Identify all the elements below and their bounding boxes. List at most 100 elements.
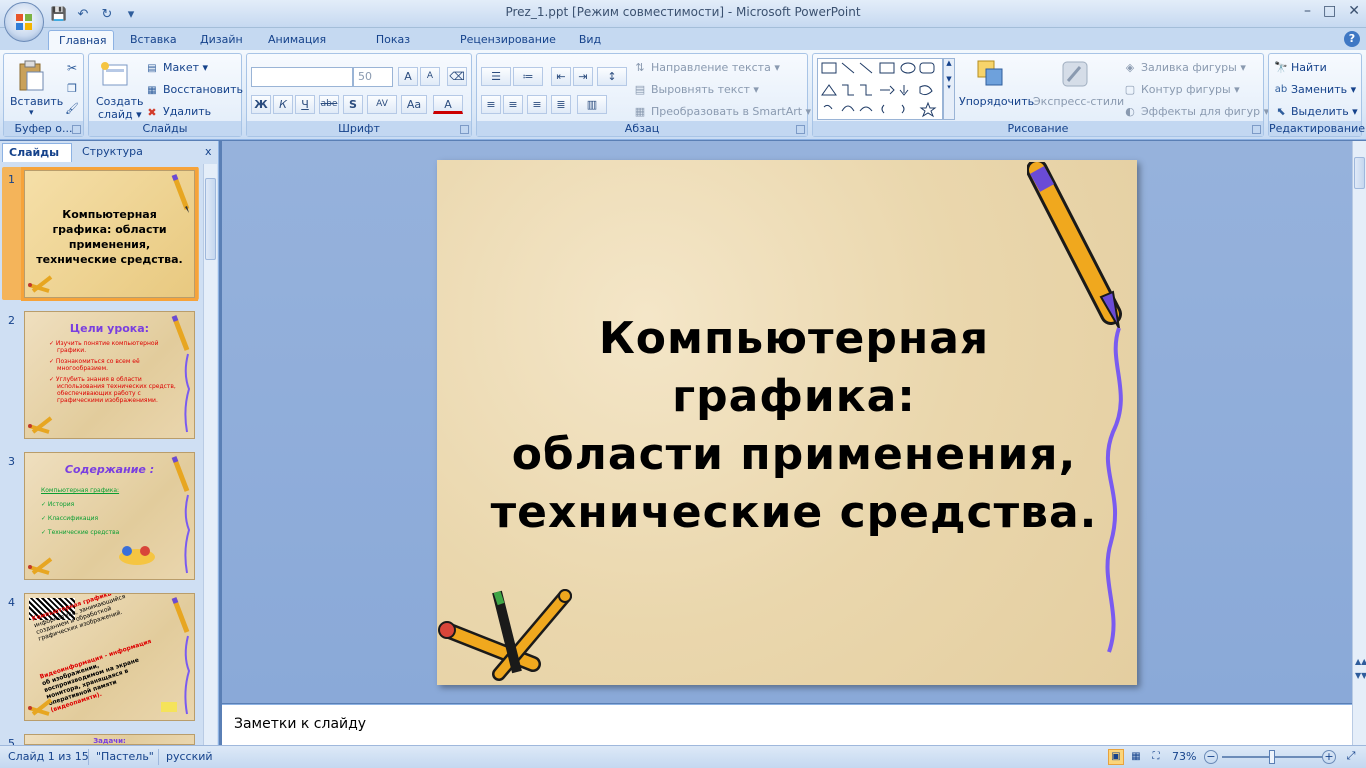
strikethrough-button[interactable]: abe [319,95,339,114]
font-launcher[interactable] [460,125,469,134]
window-controls: – □ ✕ [1304,3,1360,19]
normal-view-icon[interactable]: ▣ [1108,749,1124,765]
shape-outline-button[interactable]: Контур фигуры ▾ [1141,83,1240,96]
slide-sorter-icon[interactable]: ▦ [1128,749,1144,765]
office-button[interactable] [4,2,44,42]
font-color-button[interactable]: A [433,95,463,114]
align-left-icon[interactable]: ≡ [481,95,501,114]
change-case-button[interactable]: Aa [401,95,427,114]
line-spacing-icon[interactable]: ↕ [597,67,627,86]
select-button[interactable]: Выделить ▾ [1291,105,1358,118]
notes-pane[interactable]: Заметки к слайду [222,704,1352,745]
prev-slide-icon[interactable]: ▲▲ [1355,657,1366,666]
layout-button[interactable]: Макет ▾ [163,61,208,74]
minimize-button[interactable]: – [1304,3,1311,19]
numbering-icon[interactable]: ≔ [513,67,543,86]
align-right-icon[interactable]: ≡ [527,95,547,114]
help-icon[interactable]: ? [1344,31,1360,47]
reset-icon: ▦ [147,84,157,96]
zoom-slider-thumb[interactable] [1269,750,1275,764]
replace-button[interactable]: Заменить ▾ [1291,83,1356,96]
shapes-scroll[interactable]: ▲ ▼ ▾ [943,58,955,120]
drawing-launcher[interactable] [1252,125,1261,134]
text-direction-button[interactable]: Направление текста ▾ [651,61,780,74]
reset-button[interactable]: Восстановить [163,83,243,96]
cut-icon[interactable]: ✂ [64,60,80,76]
zoom-slider[interactable] [1222,750,1322,764]
tab-design[interactable]: Дизайн [190,30,250,51]
slide-title[interactable]: Компьютерная графика: области применения… [489,310,1099,542]
char-spacing-button[interactable]: AV [367,95,397,114]
zoom-level[interactable]: 73% [1172,750,1196,763]
pane-scroll-thumb[interactable] [205,178,216,260]
shape-effects-button[interactable]: Эффекты для фигур ▾ [1141,105,1269,118]
increase-indent-icon[interactable]: ⇥ [573,67,593,86]
arrange-icon[interactable] [975,58,1007,90]
tab-slides-pane[interactable]: Слайды [2,143,72,162]
paste-icon[interactable] [16,60,46,92]
paragraph-launcher[interactable] [796,125,805,134]
next-slide-icon[interactable]: ▼▼ [1355,671,1366,680]
tab-slideshow[interactable]: Показ слайдов [342,30,444,66]
smartart-button[interactable]: Преобразовать в SmartArt ▾ [651,105,811,118]
slide[interactable]: Компьютерная графика: области применения… [437,160,1137,685]
maximize-button[interactable]: □ [1323,3,1336,19]
pane-scrollbar[interactable] [203,164,217,745]
new-slide-dropdown[interactable]: слайд ▾ [98,108,142,121]
clear-format-icon[interactable]: ⌫ [447,67,467,86]
tab-view[interactable]: Вид [568,30,612,51]
slide-thumb-1[interactable]: Компьютерная графика: области применения… [21,167,198,301]
tab-outline-pane[interactable]: Структура [76,143,146,162]
slide-thumb-4[interactable]: Компьютерная графика - раздел информатик… [24,593,195,721]
thumb-line: Компьютерная графика: [41,487,120,494]
format-painter-icon[interactable]: 🖌 [64,100,80,116]
bullets-icon[interactable]: ☰ [481,67,511,86]
tab-home[interactable]: Главная [48,30,114,51]
slide-thumb-2[interactable]: Цели урока: ✓ Изучить понятие компьютерн… [24,311,195,439]
tab-animation[interactable]: Анимация [258,30,334,51]
slideshow-view-icon[interactable]: ⛶ [1148,749,1164,765]
quick-styles-button[interactable]: Экспресс-стили [1033,95,1124,108]
slide-scroll-thumb[interactable] [1354,157,1365,189]
paste-dropdown[interactable]: ▾ [29,108,34,118]
tab-review[interactable]: Рецензирование [450,30,562,51]
thumb-line: графики. [57,347,87,354]
new-slide-button[interactable]: Создать [96,95,144,108]
shape-fill-button[interactable]: Заливка фигуры ▾ [1141,61,1246,74]
copy-icon[interactable]: ❐ [64,80,80,96]
pencil-icon [171,315,191,433]
font-size-box[interactable]: 50 [353,67,393,87]
underline-button[interactable]: Ч [295,95,315,114]
language-indicator[interactable]: русский [166,750,213,763]
close-button[interactable]: ✕ [1348,3,1360,19]
font-name-box[interactable] [251,67,353,87]
pane-close-icon[interactable]: x [205,145,212,158]
new-slide-icon[interactable] [99,59,129,89]
clipboard-launcher[interactable] [72,125,81,134]
italic-button[interactable]: К [273,95,293,114]
find-button[interactable]: Найти [1291,61,1327,74]
zoom-in-icon[interactable]: + [1322,750,1336,764]
grow-font-button[interactable]: A [398,67,418,86]
slide-scrollbar[interactable]: ▲▲ ▼▼ [1352,141,1366,745]
shadow-button[interactable]: S [343,95,363,114]
delete-button[interactable]: Удалить [163,105,211,118]
zoom-out-icon[interactable]: − [1204,750,1218,764]
columns-icon[interactable]: ▥ [577,95,607,114]
thumb-line: многообразием. [57,365,109,372]
bold-button[interactable]: Ж [251,95,271,114]
align-center-icon[interactable]: ≡ [503,95,523,114]
align-text-button[interactable]: Выровнять текст ▾ [651,83,759,96]
slide-thumb-5[interactable]: Задачи: [24,734,195,745]
arrange-button[interactable]: Упорядочить [959,95,1034,108]
tab-insert[interactable]: Вставка [120,30,182,51]
fit-to-window-icon[interactable]: ⤢ [1342,749,1360,765]
paste-button[interactable]: Вставить [10,95,63,108]
shrink-font-button[interactable]: A [420,67,440,86]
shapes-gallery[interactable] [817,58,943,120]
thumb-line: ✓ История [41,501,75,508]
decrease-indent-icon[interactable]: ⇤ [551,67,571,86]
slide-thumb-3[interactable]: Содержание : Компьютерная графика: ✓ Ист… [24,452,195,580]
justify-icon[interactable]: ≣ [551,95,571,114]
quick-styles-icon[interactable] [1059,58,1091,90]
